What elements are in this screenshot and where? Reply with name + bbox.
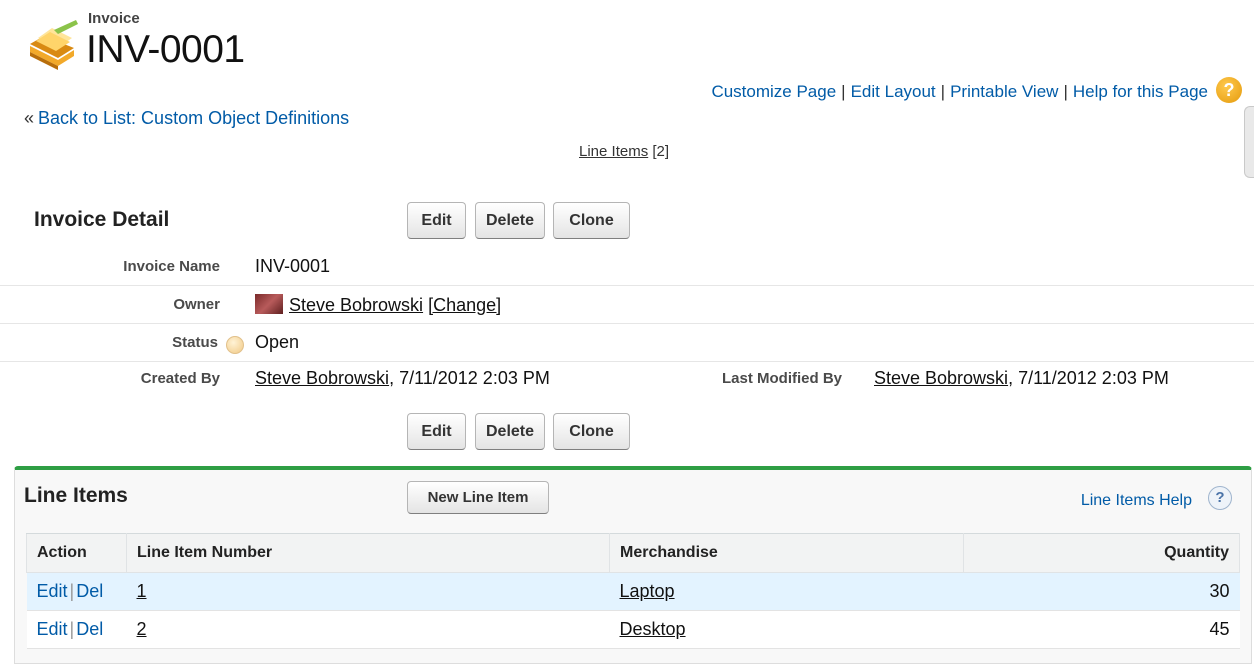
related-list-hover-count: [2] <box>652 143 670 160</box>
field-label-status: Status <box>172 334 218 351</box>
field-value-status: Open <box>255 332 300 352</box>
delete-row-link[interactable]: Del <box>76 581 103 601</box>
related-list-hover-link[interactable]: Line Items [2] <box>579 143 669 160</box>
back-arrow-icon: « <box>24 108 35 128</box>
column-header-line-item-number[interactable]: Line Item Number <box>126 533 610 573</box>
delete-row-link[interactable]: Del <box>76 619 103 639</box>
table-row: Edit | Del 1 Laptop 30 <box>26 572 1240 611</box>
printable-view-link[interactable]: Printable View <box>950 82 1058 101</box>
field-row-status: Status Open <box>0 324 1254 362</box>
field-row-created-modified: Created By Steve Bobrowski, 7/11/2012 2:… <box>0 360 1254 398</box>
object-type-label: Invoice <box>88 10 140 27</box>
delete-button-bottom[interactable]: Delete <box>475 413 545 450</box>
field-label-created-by: Created By <box>140 370 220 387</box>
customize-page-link[interactable]: Customize Page <box>711 82 836 101</box>
column-header-merchandise[interactable]: Merchandise <box>609 533 964 573</box>
field-label-invoice-name: Invoice Name <box>123 258 220 275</box>
created-by-user-link[interactable]: Steve Bobrowski <box>255 368 389 388</box>
line-items-table: Action Line Item Number Merchandise Quan… <box>26 533 1240 649</box>
field-value-last-modified-by: Steve Bobrowski, 7/11/2012 2:03 PM <box>874 368 1169 389</box>
link-separator: | <box>841 82 846 101</box>
created-by-date: , 7/11/2012 2:03 PM <box>389 368 550 388</box>
field-label-last-modified-by: Last Modified By <box>721 370 842 387</box>
detail-section-title: Invoice Detail <box>34 208 170 231</box>
field-label-owner: Owner <box>173 296 220 313</box>
modified-by-date: , 7/11/2012 2:03 PM <box>1008 368 1169 388</box>
page-title: INV-0001 <box>86 28 245 71</box>
quantity-value: 30 <box>963 572 1240 611</box>
new-line-item-button[interactable]: New Line Item <box>407 481 549 514</box>
sidebar-toggle-handle[interactable] <box>1244 106 1254 178</box>
link-separator: | <box>940 82 946 101</box>
edit-row-link[interactable]: Edit <box>37 619 68 639</box>
page-top-links: Customize Page | Edit Layout | Printable Vie… <box>711 82 1208 102</box>
row-actions: Edit | Del <box>26 572 127 611</box>
column-header-action: Action <box>26 533 127 573</box>
folder-invoice-icon <box>24 14 80 76</box>
edit-button-bottom[interactable]: Edit <box>407 413 466 450</box>
row-actions: Edit | Del <box>26 610 127 649</box>
owner-link[interactable]: Steve Bobrowski <box>289 295 423 315</box>
field-row-owner: Owner Steve Bobrowski [Change] <box>0 286 1254 324</box>
table-header-row: Action Line Item Number Merchandise Quan… <box>26 533 1240 573</box>
table-row: Edit | Del 2 Desktop 45 <box>26 610 1240 649</box>
help-icon[interactable]: ? <box>1216 77 1242 103</box>
line-items-help-link[interactable]: Line Items Help <box>1081 492 1192 510</box>
change-owner-link[interactable]: [Change] <box>428 295 501 315</box>
related-list-title: Line Items <box>24 484 128 507</box>
field-value-created-by: Steve Bobrowski, 7/11/2012 2:03 PM <box>255 368 550 389</box>
back-to-list-link[interactable]: «Back to List: Custom Object Definitions <box>24 108 349 129</box>
line-item-number-link[interactable]: 1 <box>126 572 610 611</box>
help-for-page-link[interactable]: Help for this Page <box>1073 82 1208 101</box>
merchandise-link[interactable]: Desktop <box>609 610 964 649</box>
delete-button[interactable]: Delete <box>475 202 545 239</box>
edit-row-link[interactable]: Edit <box>37 581 68 601</box>
line-item-number-link[interactable]: 2 <box>126 610 610 649</box>
action-separator: | <box>69 619 75 639</box>
action-separator: | <box>69 581 75 601</box>
modified-by-user-link[interactable]: Steve Bobrowski <box>874 368 1008 388</box>
related-list-hover-label: Line Items <box>579 143 649 160</box>
link-separator: | <box>1063 82 1068 101</box>
field-value-owner: Steve Bobrowski [Change] <box>255 294 501 316</box>
clone-button-bottom[interactable]: Clone <box>553 413 630 450</box>
clone-button[interactable]: Clone <box>553 202 630 239</box>
avatar <box>255 294 283 314</box>
quantity-value: 45 <box>963 610 1240 649</box>
back-to-list-label: Back to List: Custom Object Definitions <box>38 108 350 128</box>
edit-button[interactable]: Edit <box>407 202 466 239</box>
field-value-invoice-name: INV-0001 <box>255 256 331 276</box>
field-row-invoice-name: Invoice Name INV-0001 <box>0 248 1254 286</box>
help-question-icon[interactable]: ? <box>1208 486 1232 510</box>
info-bubble-icon[interactable] <box>226 336 244 354</box>
column-header-quantity[interactable]: Quantity <box>963 533 1240 573</box>
merchandise-link[interactable]: Laptop <box>609 572 964 611</box>
edit-layout-link[interactable]: Edit Layout <box>851 82 936 101</box>
